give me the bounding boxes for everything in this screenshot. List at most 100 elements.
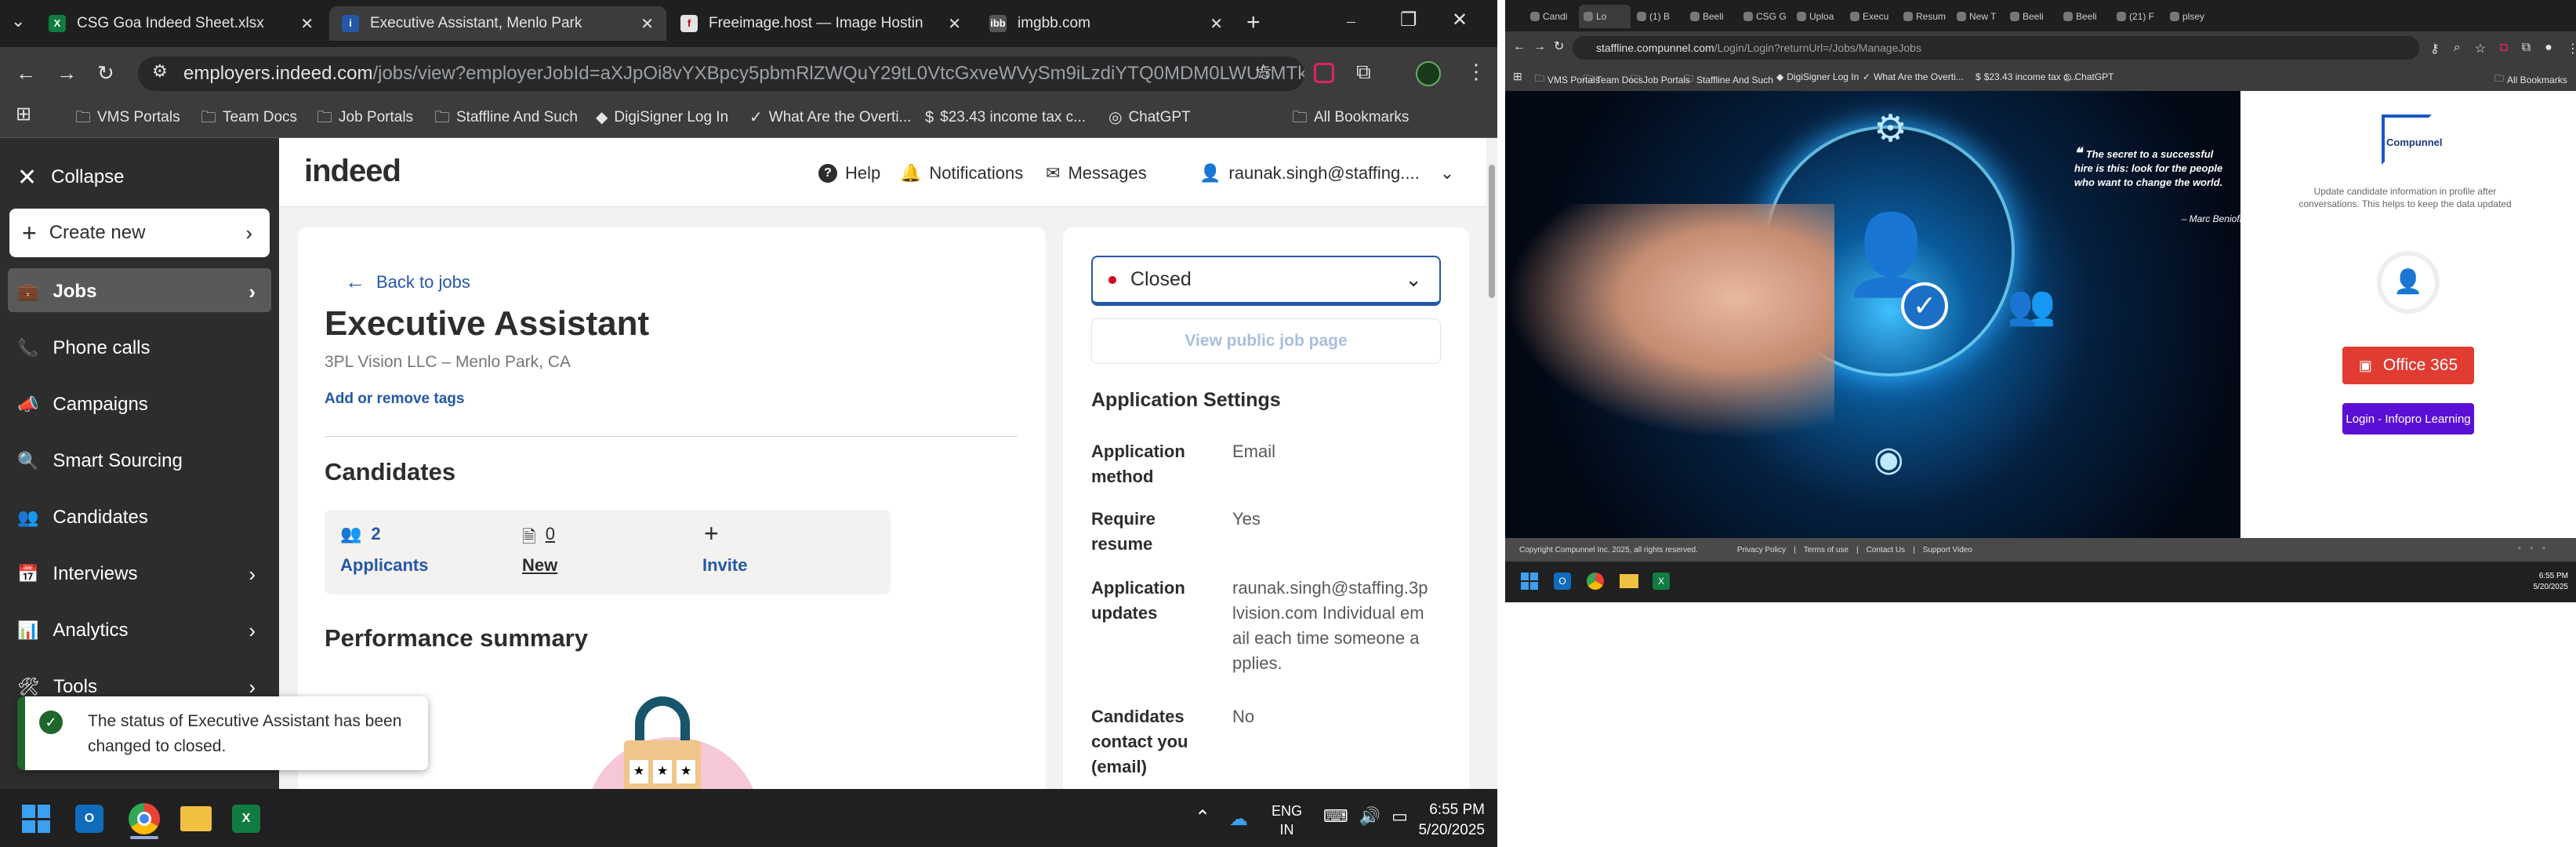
create-new-button[interactable]: + Create new › [9, 209, 270, 257]
onedrive-icon[interactable]: ☁ [1229, 808, 1248, 831]
browser-tab[interactable]: Beeli [2005, 5, 2057, 28]
bookmark-item[interactable]: ✓ What Are the Overti... [749, 107, 911, 129]
sidebar-item-jobs[interactable]: 💼 Jobs › [0, 268, 279, 315]
windows-start-icon[interactable] [1521, 573, 1538, 590]
bookmark-star-icon[interactable]: ☆ [1254, 61, 1272, 82]
applicants-count-row[interactable]: 👥 2 [340, 524, 381, 544]
reload-icon[interactable]: ↻ [97, 63, 114, 83]
language-indicator[interactable]: ENG IN [1272, 802, 1302, 839]
privacy-link[interactable]: Privacy Policy [1737, 546, 1786, 554]
contact-link[interactable]: Contact Us [1867, 546, 1905, 554]
new-count-row[interactable]: 🗎 0 [522, 524, 555, 554]
file-explorer-icon[interactable] [180, 806, 212, 831]
browser-tab[interactable]: New T [1952, 5, 2004, 28]
new-link[interactable]: New [522, 555, 557, 576]
reload-icon[interactable]: ↻ [1554, 41, 1564, 53]
pocket-icon[interactable] [1314, 63, 1334, 83]
tab-indeed[interactable]: i Executive Assistant, Menlo Park ✕ [329, 6, 666, 41]
tab-search-icon[interactable]: ⌄ [11, 13, 25, 30]
bookmark-item[interactable]: ◎ ChatGPT [2063, 71, 2114, 82]
system-tray[interactable]: ⌨ 🔊 ▭ [1323, 806, 1408, 827]
scrollbar-thumb[interactable] [1489, 165, 1495, 298]
sidebar-item-candidates[interactable]: 👥 Candidates [0, 494, 279, 541]
applicants-link[interactable]: Applicants [340, 555, 428, 576]
site-info-icon[interactable]: ⚙ [152, 63, 168, 80]
close-window-icon[interactable]: ✕ [1452, 11, 1468, 30]
support-video-link[interactable]: Support Video [1923, 546, 1972, 554]
sidebar-item-smart-sourcing[interactable]: 🔍 Smart Sourcing [0, 438, 279, 485]
address-bar[interactable]: employers.indeed.com/jobs/view?employerJ… [138, 56, 1304, 91]
browser-tab[interactable]: (21) F [2112, 5, 2164, 28]
browser-tab[interactable]: Uploa [1792, 5, 1844, 28]
forward-icon[interactable]: → [1533, 41, 1546, 53]
bookmark-item[interactable]: 🗀 VMS Portals [75, 107, 180, 129]
browser-tab[interactable]: Resum [1899, 5, 1950, 28]
close-icon[interactable]: ✕ [1210, 14, 1223, 34]
sidebar-item-campaigns[interactable]: 📣 Campaigns [0, 381, 279, 428]
bookmark-item[interactable]: $ $23.43 income tax c... [925, 107, 1086, 129]
outlook-icon[interactable]: O [75, 805, 103, 833]
profile-avatar[interactable] [1416, 61, 1441, 86]
messages-link[interactable]: ✉ Messages [1046, 163, 1147, 184]
invite-link[interactable]: Invite [702, 555, 747, 576]
chrome-icon[interactable] [1587, 573, 1604, 590]
restore-icon[interactable]: ❐ [1400, 11, 1417, 30]
address-bar[interactable]: staffline.compunnel.com/Login/Login?retu… [1573, 36, 2419, 60]
close-icon[interactable]: ✕ [300, 14, 314, 34]
indeed-logo[interactable]: indeed [304, 154, 401, 189]
notifications-link[interactable]: 🔔 Notifications [900, 163, 1023, 184]
back-icon[interactable]: ← [16, 63, 36, 83]
toolbar-actions[interactable]: ⚷ ⌕ ☆ ◘ ⧉ ● ⋮ [2430, 41, 2576, 56]
bookmark-item[interactable]: 🗀 Job Portals [1631, 71, 1690, 88]
office365-button[interactable]: ▣ Office 365 [2342, 347, 2474, 384]
minimize-icon[interactable]: ⎯ [1347, 13, 1355, 30]
bookmark-item[interactable]: ◎ ChatGPT [1108, 107, 1191, 129]
apps-grid-icon[interactable]: ⊞ [16, 105, 31, 124]
help-link[interactable]: ? Help [818, 163, 880, 184]
back-to-jobs-link[interactable]: ← Back to jobs [345, 270, 470, 294]
sidebar-item-analytics[interactable]: 📊 Analytics › [0, 607, 279, 654]
menu-icon[interactable]: ⋮ [1466, 61, 1486, 82]
collapse-button[interactable]: ✕ Collapse [0, 154, 279, 201]
browser-tab[interactable]: Beeli [2059, 5, 2110, 28]
user-menu[interactable]: 👤 raunak.singh@staffing.... ⌄ [1199, 163, 1454, 184]
all-bookmarks[interactable]: 🗀 All Bookmarks [1292, 107, 1409, 129]
close-icon[interactable]: ✕ [640, 14, 654, 34]
close-icon[interactable]: ✕ [948, 14, 961, 34]
tab-freeimage[interactable]: f Freeimage.host — Image Hostin ✕ [668, 6, 974, 41]
terms-link[interactable]: Terms of use [1804, 546, 1849, 554]
windows-start-icon[interactable] [22, 805, 50, 833]
apps-grid-icon[interactable]: ⊞ [1513, 71, 1522, 82]
add-tags-link[interactable]: Add or remove tags [325, 391, 464, 408]
tray-chevron-icon[interactable]: ⌃ [1195, 806, 1210, 829]
browser-tab[interactable]: CSG G [1739, 5, 1791, 28]
browser-tab[interactable]: Beeli [1685, 5, 1737, 28]
outlook-icon[interactable]: O [1554, 573, 1571, 590]
excel-taskbar-icon[interactable]: X [1653, 573, 1670, 590]
bookmark-item[interactable]: 🗀 Job Portals [317, 107, 413, 129]
bookmark-item[interactable]: 🗀 Staffline And Such [434, 107, 578, 129]
footer-window-controls[interactable]: ▫▫▫ [2518, 544, 2555, 553]
browser-tab[interactable]: (1) B [1632, 5, 1684, 28]
tab-excel[interactable]: X CSG Goa Indeed Sheet.xlsx ✕ [36, 6, 326, 41]
chrome-icon[interactable] [129, 803, 160, 834]
bookmark-item[interactable]: 🗀 Staffline And Such [1684, 71, 1773, 88]
browser-tab[interactable]: Candi [1526, 5, 1577, 28]
clock[interactable]: 6:55 PM 5/20/2025 [1414, 800, 1485, 841]
file-explorer-icon[interactable] [1620, 574, 1638, 588]
browser-tab[interactable]: Execu [1845, 5, 1897, 28]
browser-tab[interactable]: plsey [2165, 5, 2217, 28]
bookmark-item[interactable]: 🗀 Team Docs [201, 107, 297, 129]
new-tab-icon[interactable]: + [1246, 11, 1261, 35]
infopro-login-button[interactable]: Login - Infopro Learning [2342, 403, 2474, 434]
view-public-job-button[interactable]: View public job page [1091, 318, 1441, 364]
bookmark-item[interactable]: $ $23.43 income tax c... [1976, 71, 2076, 82]
back-icon[interactable]: ← [1513, 41, 1526, 53]
all-bookmarks[interactable]: 🗀 All Bookmarks [2494, 71, 2567, 88]
extensions-icon[interactable]: ⧉ [1356, 61, 1371, 82]
browser-tab[interactable]: Lo [1579, 5, 1631, 28]
status-dropdown[interactable]: Closed ⌄ [1091, 256, 1441, 306]
clock[interactable]: 6:55 PM 5/20/2025 [2516, 571, 2569, 593]
excel-taskbar-icon[interactable]: X [232, 805, 260, 833]
sidebar-item-phone-calls[interactable]: 📞 Phone calls [0, 325, 279, 372]
